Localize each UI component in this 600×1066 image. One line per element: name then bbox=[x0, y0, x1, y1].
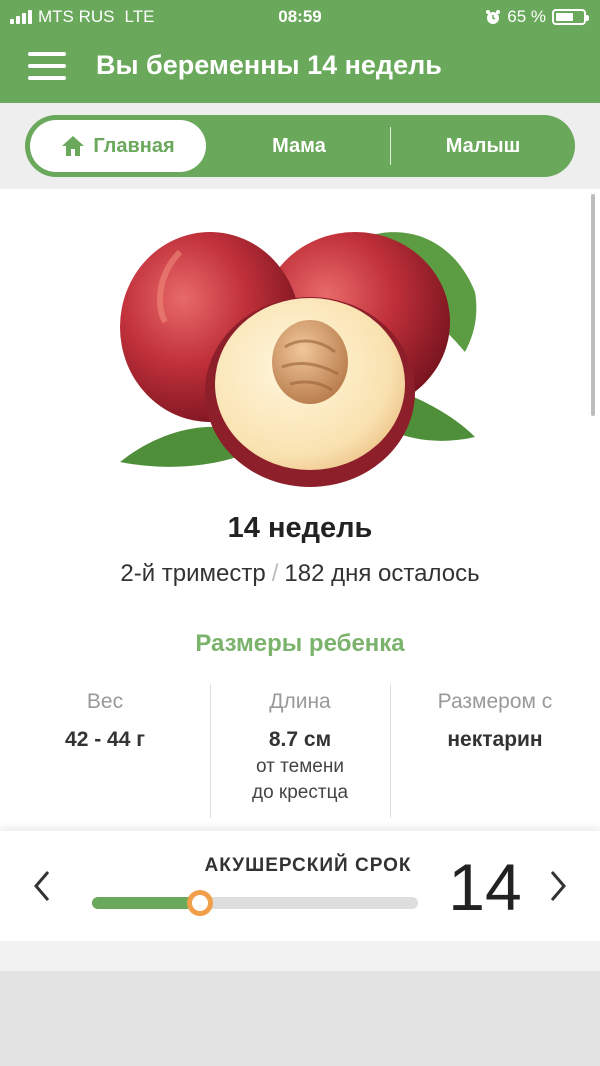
segmented-tabs: Главная Мама Малыш bbox=[25, 115, 575, 177]
alarm-icon bbox=[486, 10, 501, 24]
sizes-title: Размеры ребенка bbox=[195, 630, 405, 657]
nectarine-image bbox=[120, 232, 477, 487]
tab-mom-label: Мама bbox=[272, 134, 326, 157]
size-comparison-value: нектарин bbox=[447, 728, 543, 751]
weight-column: Вес 42 - 44 г bbox=[5, 690, 205, 752]
days-left: 182 дня осталось bbox=[284, 560, 480, 587]
tab-baby-label: Малыш bbox=[445, 134, 521, 157]
slider-fill bbox=[92, 897, 200, 909]
term-label: АКУШЕРСКИЙ СРОК bbox=[204, 855, 412, 876]
tab-home-label: Главная bbox=[93, 134, 175, 157]
chevron-left-icon[interactable] bbox=[30, 856, 54, 932]
length-value: 8.7 см bbox=[268, 728, 332, 751]
length-note: от темени до крестца bbox=[200, 754, 400, 806]
length-label: Длина bbox=[269, 690, 331, 713]
term-week-number: 14 bbox=[448, 850, 522, 924]
tab-bar: Главная Мама Малыш bbox=[0, 103, 600, 189]
battery-percent: 65 % bbox=[507, 7, 546, 26]
trimester-info: 2-й триместр/182 дня осталось bbox=[0, 560, 600, 588]
tab-mom[interactable]: Мама bbox=[211, 115, 387, 177]
bottom-spacer bbox=[0, 941, 600, 971]
tab-baby[interactable]: Малыш bbox=[393, 115, 573, 177]
size-comparison-label: Размером с bbox=[437, 690, 553, 713]
weight-value: 42 - 44 г bbox=[65, 728, 145, 751]
bottom-area bbox=[0, 971, 600, 1066]
length-note-line1: от темени bbox=[256, 756, 344, 777]
trimester-separator: / bbox=[271, 560, 279, 587]
length-note-line2: до крестца bbox=[251, 782, 349, 803]
page-title: Вы беременны 14 недель bbox=[96, 50, 442, 80]
hamburger-menu-icon[interactable] bbox=[28, 52, 68, 82]
tab-divider bbox=[390, 127, 391, 165]
week-title: 14 недель bbox=[227, 512, 373, 544]
status-bar: MTS RUS LTE 08:59 65 % bbox=[0, 0, 600, 34]
week-slider[interactable] bbox=[92, 890, 418, 916]
column-divider bbox=[390, 684, 391, 818]
battery-icon bbox=[552, 9, 589, 25]
length-column: Длина 8.7 см от темени до крестца bbox=[200, 690, 400, 806]
slider-thumb[interactable] bbox=[186, 890, 213, 916]
weight-label: Вес bbox=[86, 690, 124, 713]
tab-home[interactable]: Главная bbox=[30, 120, 206, 172]
scrollbar[interactable] bbox=[591, 194, 595, 416]
size-comparison-column: Размером с нектарин bbox=[395, 690, 595, 752]
home-icon bbox=[62, 136, 85, 156]
trimester: 2-й триместр bbox=[120, 560, 266, 587]
chevron-right-icon[interactable] bbox=[546, 856, 570, 932]
